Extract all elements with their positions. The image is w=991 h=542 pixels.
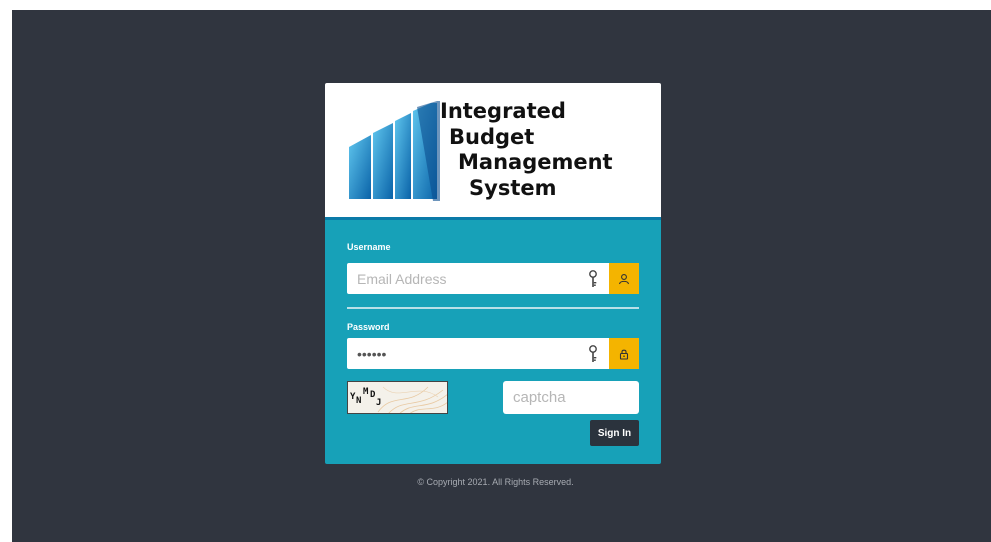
password-label: Password [347, 322, 390, 332]
captcha-input[interactable] [503, 381, 639, 414]
lock-addon [609, 338, 639, 369]
copyright-text: © Copyright 2021. All Rights Reserved. [417, 477, 574, 487]
logo-text-line2: Budget [449, 125, 535, 149]
building-logo-icon [349, 101, 440, 201]
key-icon [589, 345, 597, 362]
password-field-group [347, 338, 639, 369]
username-input[interactable] [347, 263, 609, 294]
password-input[interactable] [347, 338, 609, 369]
logo-text-line1: Integrated [440, 99, 566, 123]
form-divider [347, 307, 639, 309]
username-label: Username [347, 242, 391, 252]
user-icon [618, 273, 630, 284]
login-card: Integrated Budget Management System User… [325, 83, 661, 464]
username-field-group [347, 263, 639, 294]
lock-icon [619, 349, 629, 360]
key-icon [589, 270, 597, 287]
login-form: Username Password [325, 220, 661, 464]
captcha-text: YNM DJ [350, 387, 381, 408]
user-addon [609, 263, 639, 294]
captcha-code: YNM DJ [350, 387, 381, 408]
captcha-image: YNM DJ [347, 381, 448, 414]
logo-text-line4: System [469, 176, 557, 200]
logo-panel: Integrated Budget Management System [325, 83, 661, 217]
logo-text-line3: Management [458, 150, 613, 174]
sign-in-button[interactable]: Sign In [590, 420, 639, 446]
